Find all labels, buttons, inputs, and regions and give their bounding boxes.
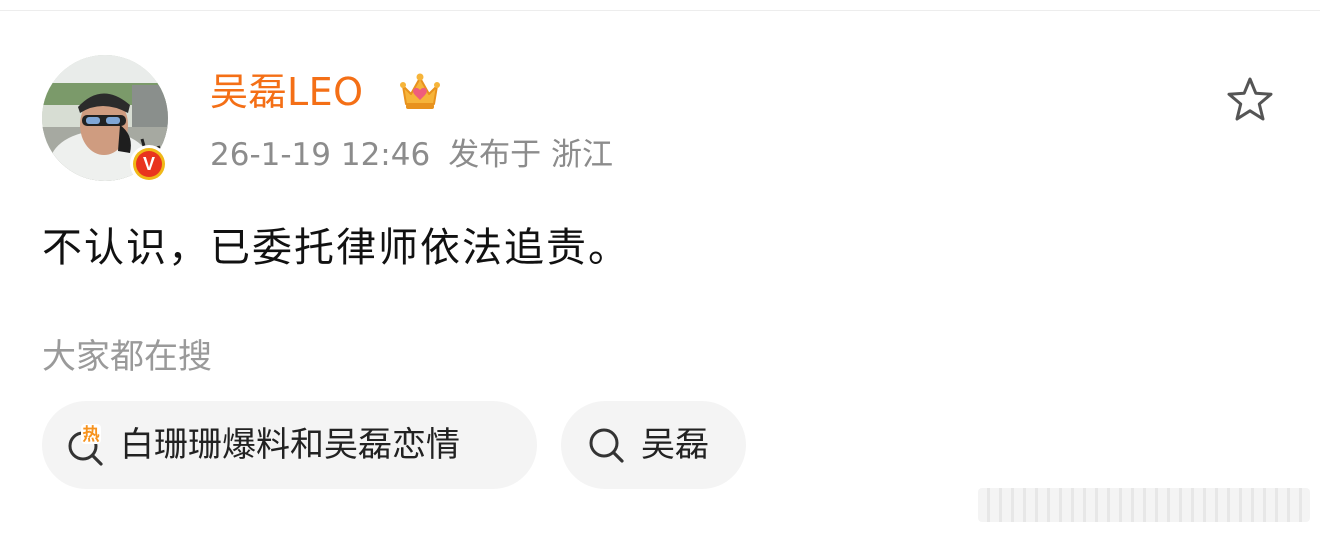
author-name[interactable]: 吴磊LEO bbox=[210, 68, 364, 116]
search-chip-label: 吴磊 bbox=[641, 425, 709, 465]
watermark-strip bbox=[978, 488, 1310, 522]
favorite-button[interactable] bbox=[1222, 72, 1278, 128]
post-body-text: 不认识，已委托律师依法追责。 bbox=[42, 225, 630, 271]
vip-crown-icon bbox=[398, 70, 442, 114]
svg-text:热: 热 bbox=[83, 424, 100, 445]
search-icon bbox=[585, 423, 629, 467]
post-location: 发布于 浙江 bbox=[448, 137, 614, 173]
trending-search-chip-label: 白珊珊爆料和吴磊恋情 bbox=[120, 425, 460, 465]
hot-search-icon: 热 bbox=[64, 423, 108, 467]
top-divider bbox=[0, 10, 1320, 11]
post-meta: 26-1-19 12:46 发布于 浙江 bbox=[210, 134, 613, 176]
weibo-post-page: V 吴磊LEO 26-1-19 12:46 发布于 浙江 不认识，已委托律师依法追… bbox=[0, 0, 1320, 535]
post-timestamp: 26-1-19 12:46 bbox=[210, 137, 431, 173]
verified-badge: V bbox=[130, 145, 168, 183]
author-avatar-container[interactable]: V bbox=[42, 55, 168, 183]
trending-search-chip[interactable]: 热 白珊珊爆料和吴磊恋情 bbox=[42, 401, 537, 489]
trending-search-label: 大家都在搜 bbox=[42, 337, 212, 377]
search-chip[interactable]: 吴磊 bbox=[561, 401, 746, 489]
star-outline-icon bbox=[1227, 77, 1273, 121]
